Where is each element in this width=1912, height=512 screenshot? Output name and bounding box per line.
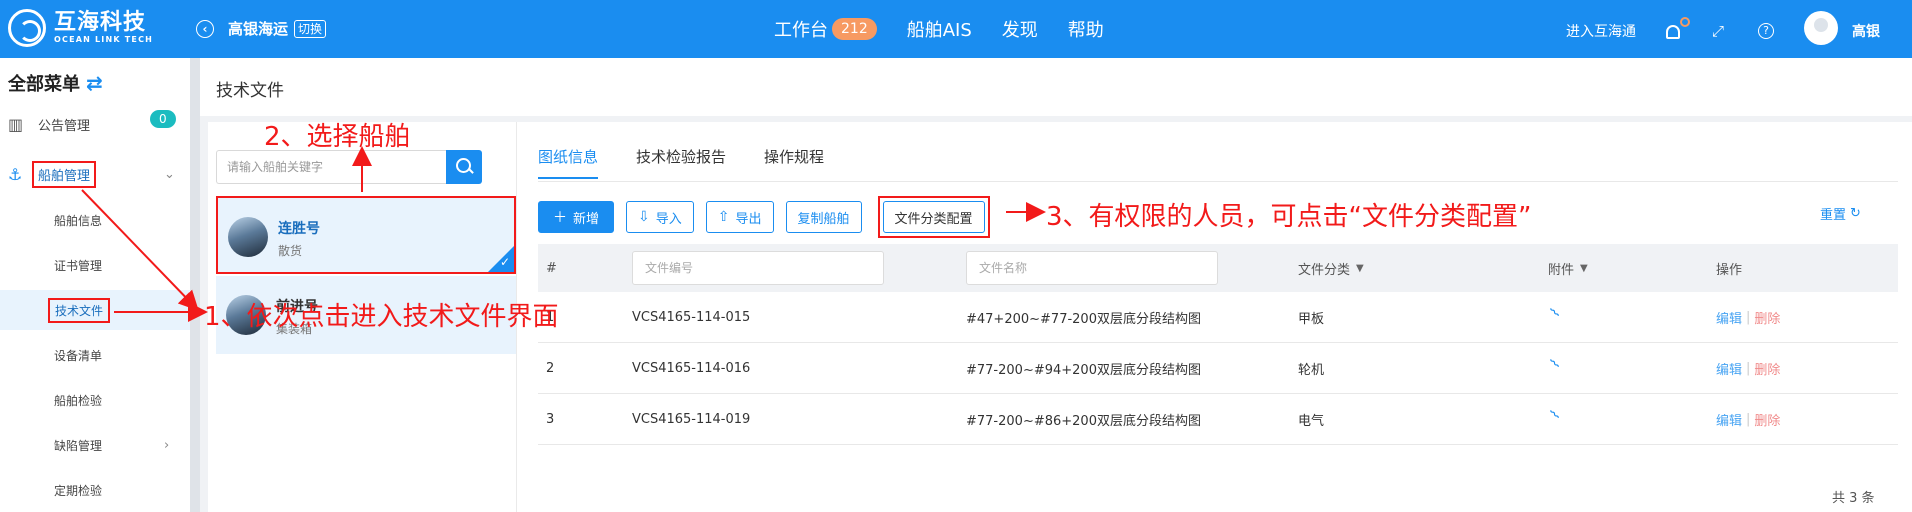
annotation-step2: 2、选择船舶 bbox=[264, 122, 411, 152]
annotation-arrows bbox=[81, 146, 1046, 322]
annotation-step3: 3、有权限的人员，可点击“文件分类配置” bbox=[1046, 202, 1532, 232]
arrow-step1-diagonal bbox=[81, 189, 199, 311]
annotation-step1: 1、依次点击进入技术文件界面 bbox=[204, 302, 559, 332]
